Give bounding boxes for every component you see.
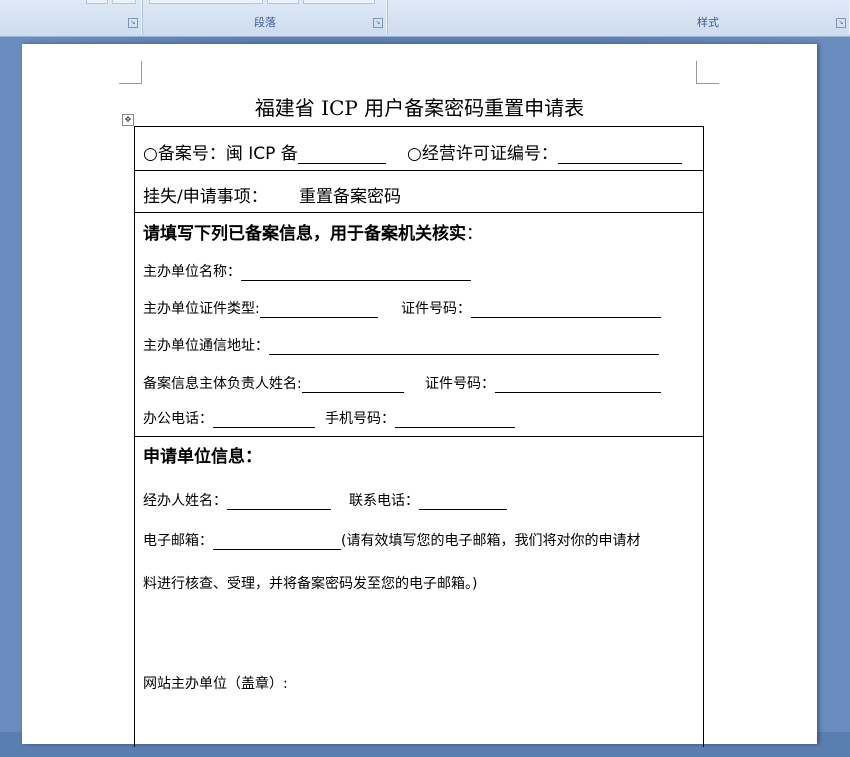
form-section-applicant-info[interactable]: 申请单位信息： 经办人姓名： 联系电话： 电子邮箱： (请有效填写您的电子邮箱，我… — [135, 437, 703, 757]
host-address-label: 主办单位通信地址： — [143, 338, 269, 354]
form-row-record-numbers[interactable]: ○备案号：闽 ICP 备 ○经营许可证编号： — [135, 127, 703, 171]
contact-phone-label: 联系电话： — [349, 493, 419, 509]
license-no-blank[interactable] — [557, 147, 682, 164]
host-cert-type-blank[interactable] — [259, 301, 378, 318]
contact-phone-field[interactable]: 联系电话： — [349, 490, 507, 510]
email-note-line-2: 料进行核查、受理，并将备案密码发至您的电子邮箱。) — [143, 576, 478, 592]
ribbon-group-styles: 样式 ↘ — [388, 0, 850, 34]
dialog-launcher-icon[interactable]: ↘ — [836, 18, 846, 28]
cert-no-1-label: 证件号码： — [401, 301, 471, 317]
document-page[interactable]: 福建省 ICP 用户备案密码重置申请表 ✥ ○备案号：闽 ICP 备 ○经营许可… — [22, 44, 817, 747]
contact-phone-blank[interactable] — [419, 493, 507, 510]
office-phone-label: 办公电话： — [143, 411, 213, 427]
ribbon-group-font: ↘ — [0, 0, 143, 34]
section1-heading: 请填写下列已备案信息，用于备案机关核实 — [143, 224, 466, 244]
host-unit-name-field[interactable]: 主办单位名称： — [143, 261, 471, 281]
ribbon-button[interactable] — [149, 0, 263, 4]
license-no-field[interactable]: ○经营许可证编号： — [407, 139, 682, 164]
record-no-label: ○备案号：闽 ICP 备 — [143, 144, 298, 164]
ribbon-button[interactable] — [303, 0, 375, 4]
mobile-blank[interactable] — [395, 411, 515, 428]
cert-no-1-field[interactable]: 证件号码： — [401, 298, 661, 318]
host-address-blank[interactable] — [269, 338, 659, 355]
cert-no-2-label: 证件号码： — [425, 376, 495, 392]
owner-name-field[interactable]: 备案信息主体负责人姓名: — [143, 373, 404, 393]
ribbon-group-label: 段落 — [254, 16, 276, 29]
crop-mark-top-left — [119, 61, 142, 84]
handler-name-label: 经办人姓名： — [143, 493, 227, 509]
email-label: 电子邮箱： — [143, 533, 213, 549]
host-unit-name-blank[interactable] — [241, 264, 471, 281]
form-section-registered-info[interactable]: 请填写下列已备案信息，用于备案机关核实： 主办单位名称： 主办单位证件类型: 证… — [135, 213, 703, 437]
host-unit-name-label: 主办单位名称： — [143, 264, 241, 280]
ribbon-button[interactable] — [267, 0, 299, 4]
cert-no-1-blank[interactable] — [471, 301, 661, 318]
host-address-field[interactable]: 主办单位通信地址： — [143, 335, 659, 355]
ribbon-button[interactable] — [86, 0, 108, 4]
ribbon-group-label: 样式 — [697, 16, 719, 29]
form-row-matter[interactable]: 挂失/申请事项： 重置备案密码 — [135, 171, 703, 213]
application-form-table[interactable]: ○备案号：闽 ICP 备 ○经营许可证编号： 挂失/申请事项： 重置备案密码 请… — [134, 126, 704, 747]
matter-value[interactable]: 重置备案密码 — [299, 182, 401, 207]
section1-heading-line: 请填写下列已备案信息，用于备案机关核实： — [143, 219, 483, 244]
cert-no-2-field[interactable]: 证件号码： — [425, 373, 661, 393]
office-phone-blank[interactable] — [213, 411, 315, 428]
table-move-handle-icon[interactable]: ✥ — [122, 114, 134, 126]
ribbon-button[interactable] — [112, 0, 136, 4]
license-no-label: ○经营许可证编号： — [407, 144, 558, 164]
owner-name-label: 备案信息主体负责人姓名: — [143, 376, 302, 392]
record-no-field[interactable]: ○备案号：闽 ICP 备 — [143, 139, 386, 164]
handler-name-field[interactable]: 经办人姓名： — [143, 490, 331, 510]
cert-no-2-blank[interactable] — [495, 376, 661, 393]
ribbon-group-paragraph: 段落 ↘ — [143, 0, 388, 34]
record-no-blank[interactable] — [297, 147, 386, 164]
matter-label: 挂失/申请事项： — [143, 187, 268, 207]
section2-heading: 申请单位信息： — [143, 447, 262, 467]
dialog-launcher-icon[interactable]: ↘ — [373, 18, 383, 28]
crop-mark-top-right — [696, 61, 719, 84]
email-note-line-1: (请有效填写您的电子邮箱，我们将对你的申请材 — [341, 533, 641, 549]
host-cert-type-label: 主办单位证件类型: — [143, 301, 260, 317]
dialog-launcher-icon[interactable]: ↘ — [128, 18, 138, 28]
office-phone-field[interactable]: 办公电话： — [143, 408, 315, 428]
handler-name-blank[interactable] — [227, 493, 331, 510]
seal-label[interactable]: 网站主办单位（盖章）: — [143, 673, 288, 693]
section1-colon: ： — [466, 224, 483, 244]
document-title[interactable]: 福建省 ICP 用户备案密码重置申请表 — [22, 92, 817, 121]
mobile-field[interactable]: 手机号码： — [325, 408, 515, 428]
mobile-label: 手机号码： — [325, 411, 395, 427]
document-workspace[interactable]: 福建省 ICP 用户备案密码重置申请表 ✥ ○备案号：闽 ICP 备 ○经营许可… — [0, 37, 850, 747]
email-field[interactable]: 电子邮箱： (请有效填写您的电子邮箱，我们将对你的申请材 — [143, 530, 640, 550]
ribbon: ↘ 段落 ↘ 样式 ↘ — [0, 0, 850, 37]
email-blank[interactable] — [213, 533, 341, 550]
owner-name-blank[interactable] — [301, 376, 404, 393]
host-cert-type-field[interactable]: 主办单位证件类型: — [143, 298, 378, 318]
